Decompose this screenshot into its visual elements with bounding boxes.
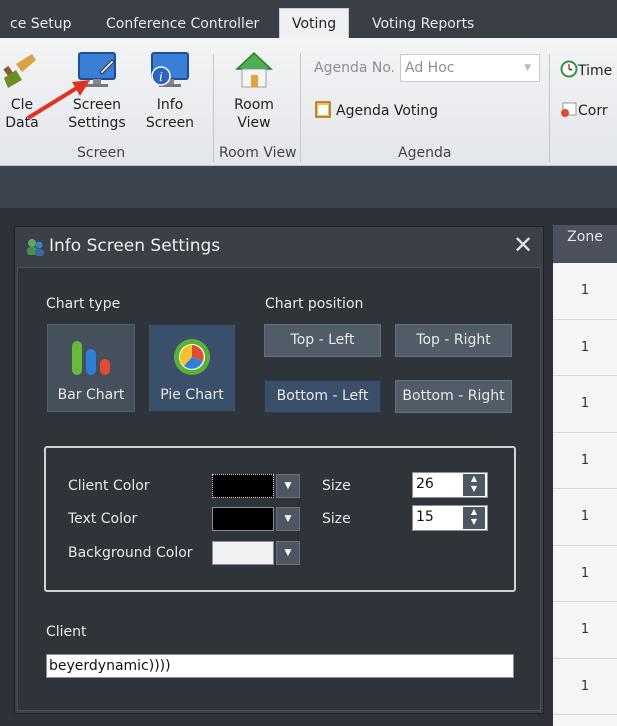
- background-color-label: Background Color: [68, 545, 193, 561]
- clock-icon: [560, 60, 578, 78]
- group-label-agenda: Agenda: [398, 145, 452, 161]
- text-size-label: Size: [322, 511, 351, 527]
- pie-chart-label: Pie Chart: [160, 387, 224, 403]
- zone-cell: 1: [553, 489, 617, 546]
- zone-cell: 1: [553, 659, 617, 715]
- client-color-swatch[interactable]: [212, 474, 274, 498]
- text-color-label: Text Color: [68, 511, 138, 527]
- info-screen-button[interactable]: i Info Screen: [140, 50, 200, 132]
- client-size-stepper[interactable]: 26 ▲ ▼: [412, 472, 488, 498]
- background-color-swatch[interactable]: [212, 541, 274, 565]
- room-view-label-1: Room: [234, 97, 274, 113]
- info-screen-label-2: Screen: [145, 115, 195, 131]
- corr-label: Corr: [578, 103, 608, 119]
- spinner-arrows-icon[interactable]: ▲ ▼: [463, 474, 485, 496]
- annotation-arrow-icon: [26, 80, 90, 120]
- house-icon: [235, 51, 273, 88]
- tab-conference-controller[interactable]: Conference Controller: [106, 10, 259, 38]
- zone-column-header[interactable]: Zone: [553, 225, 617, 263]
- dialog-title: Info Screen Settings: [49, 236, 221, 256]
- room-view-button[interactable]: Room View: [224, 50, 284, 132]
- ribbon-separator: [300, 54, 301, 162]
- dark-toolbar-strip: [0, 166, 617, 208]
- svg-text:i: i: [159, 70, 163, 84]
- dialog-title-bar[interactable]: Info Screen Settings ✕: [15, 227, 543, 267]
- bar-chart-option[interactable]: Bar Chart: [47, 324, 135, 412]
- spinner-arrows-icon[interactable]: ▲ ▼: [463, 507, 485, 529]
- tab-conference-setup[interactable]: ce Setup: [10, 10, 72, 38]
- zone-cell: 1: [553, 320, 617, 376]
- timer-button[interactable]: Time: [560, 60, 612, 80]
- bottom-right-button[interactable]: Bottom - Right: [395, 380, 512, 413]
- zone-cell: 1: [553, 602, 617, 659]
- tab-voting-reports[interactable]: Voting Reports: [372, 10, 474, 38]
- info-screen-label-1: Info: [156, 97, 184, 113]
- room-view-label-2: View: [237, 115, 271, 131]
- top-left-button[interactable]: Top - Left: [264, 324, 381, 357]
- app-users-icon: [27, 239, 44, 256]
- group-label-screen: Screen: [77, 145, 126, 161]
- group-label-room-view: Room View: [219, 145, 297, 161]
- zone-column: Zone 1 1 1 1 1 1 1 1: [553, 225, 617, 726]
- client-label: Client: [46, 624, 87, 640]
- chart-type-label: Chart type: [46, 296, 121, 312]
- background-color-dropdown[interactable]: ▼: [276, 541, 300, 565]
- agenda-voting-label: Agenda Voting: [336, 103, 439, 119]
- chevron-down-icon: ▼: [524, 63, 531, 73]
- ribbon: Cle Data Screen Settings i Info Screen S…: [0, 38, 617, 166]
- color-settings-group: Client Color ▼ Size 26 ▲ ▼ Text Color ▼ S…: [44, 446, 516, 592]
- close-icon[interactable]: ✕: [513, 231, 533, 259]
- pie-chart-option[interactable]: Pie Chart: [148, 324, 236, 412]
- client-size-label: Size: [322, 478, 351, 494]
- text-color-swatch[interactable]: [212, 507, 274, 531]
- corr-button[interactable]: Corr: [560, 100, 608, 120]
- bar-chart-icon: [72, 341, 110, 375]
- ribbon-separator: [213, 54, 214, 162]
- agenda-no-select[interactable]: Ad Hoc ▼: [400, 54, 540, 82]
- bottom-left-button[interactable]: Bottom - Left: [264, 380, 381, 413]
- chevron-down-icon: ▼: [284, 481, 292, 491]
- client-color-label: Client Color: [68, 478, 150, 494]
- chart-position-label: Chart position: [265, 296, 364, 312]
- client-size-value: 26: [416, 476, 434, 492]
- top-right-button[interactable]: Top - Right: [395, 324, 512, 357]
- text-size-value: 15: [416, 509, 434, 525]
- tab-voting[interactable]: Voting: [279, 8, 350, 38]
- client-color-dropdown[interactable]: ▼: [276, 474, 300, 498]
- text-size-stepper[interactable]: 15 ▲ ▼: [412, 505, 488, 531]
- zone-cell: 1: [553, 433, 617, 489]
- clipboard-icon: [315, 101, 331, 118]
- dialog-body: Chart type Chart position Bar Chart Pie …: [17, 267, 541, 711]
- zone-cell: 1: [553, 263, 617, 320]
- chevron-down-icon: ▼: [284, 548, 292, 558]
- text-color-dropdown[interactable]: ▼: [276, 507, 300, 531]
- agenda-no-label: Agenda No.: [314, 60, 396, 76]
- pie-chart-icon: [174, 339, 210, 375]
- ribbon-separator: [549, 54, 550, 162]
- ribbon-tab-bar: ce Setup Conference Controller Voting Vo…: [0, 0, 617, 38]
- bar-chart-label: Bar Chart: [57, 387, 125, 403]
- correction-icon: [561, 102, 577, 117]
- agenda-select-value: Ad Hoc: [405, 60, 455, 76]
- info-screen-settings-dialog: Info Screen Settings ✕ Chart type Chart …: [14, 226, 544, 714]
- timer-label: Time: [578, 63, 613, 79]
- agenda-voting-button[interactable]: Agenda Voting: [314, 100, 438, 119]
- monitor-info-icon: i: [151, 52, 189, 87]
- client-name-input[interactable]: beyerdynamic)))): [46, 654, 514, 678]
- chevron-down-icon: ▼: [284, 514, 292, 524]
- zone-cell: 1: [553, 376, 617, 433]
- zone-cell: 1: [553, 546, 617, 602]
